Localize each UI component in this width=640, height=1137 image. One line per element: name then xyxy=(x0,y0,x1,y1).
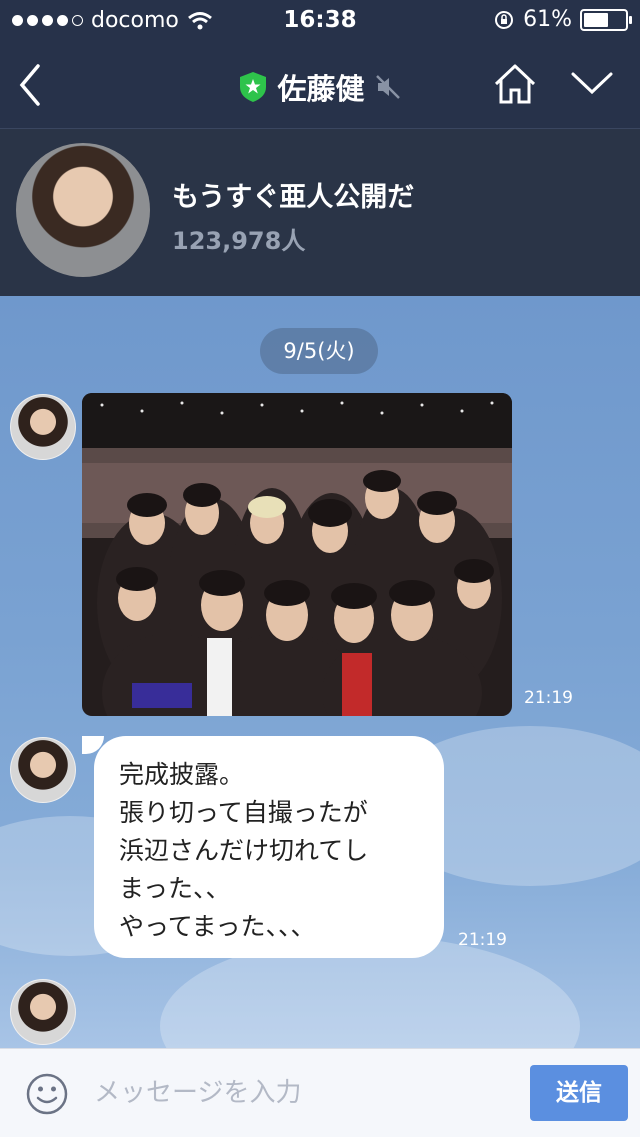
home-icon[interactable] xyxy=(492,62,538,106)
message-text: 完成披露。 張り切って自撮ったが 浜辺さんだけ切れてし まった、、 やってまった… xyxy=(119,760,369,941)
sender-avatar[interactable] xyxy=(10,737,76,803)
message-time: 21:19 xyxy=(458,930,507,950)
rotation-lock-icon xyxy=(495,10,514,29)
message-time: 21:19 xyxy=(524,688,573,708)
chat-title: 佐藤健 xyxy=(277,72,365,106)
speaker-muted-icon xyxy=(375,75,400,99)
text-message-bubble[interactable]: 完成披露。 張り切って自撮ったが 浜辺さんだけ切れてし まった、、 やってまった… xyxy=(82,736,444,958)
chat-timeline[interactable]: 9/5(火) 21:19 完成披露。 張り切って自撮ったが 浜辺さんだけ切れてし… xyxy=(0,296,640,1048)
sender-avatar[interactable] xyxy=(10,979,76,1045)
chat-header: 佐藤健 xyxy=(0,42,640,129)
status-right: 61% xyxy=(493,7,632,32)
status-bar: docomo 16:38 61% xyxy=(0,0,640,42)
message-input[interactable] xyxy=(92,1069,516,1117)
profile-status-message: もうすぐ亜人公開だ xyxy=(172,182,415,213)
verified-badge-icon xyxy=(240,72,267,102)
follower-count: 123,978人 xyxy=(172,227,306,255)
chevron-down-icon[interactable] xyxy=(570,68,614,98)
chat-title-group[interactable]: 佐藤健 xyxy=(0,66,640,108)
group-photo-image xyxy=(82,393,512,716)
profile-avatar[interactable] xyxy=(16,143,150,277)
send-button[interactable]: 送信 xyxy=(530,1065,628,1121)
smiley-icon[interactable] xyxy=(26,1073,68,1115)
image-message[interactable] xyxy=(82,393,512,716)
sender-avatar[interactable] xyxy=(10,394,76,460)
message-input-bar: 送信 xyxy=(0,1048,640,1137)
battery-percent: 61% xyxy=(523,7,572,32)
battery-icon xyxy=(580,8,632,31)
profile-header[interactable]: もうすぐ亜人公開だ 123,978人 xyxy=(0,129,640,296)
date-divider: 9/5(火) xyxy=(260,328,378,374)
